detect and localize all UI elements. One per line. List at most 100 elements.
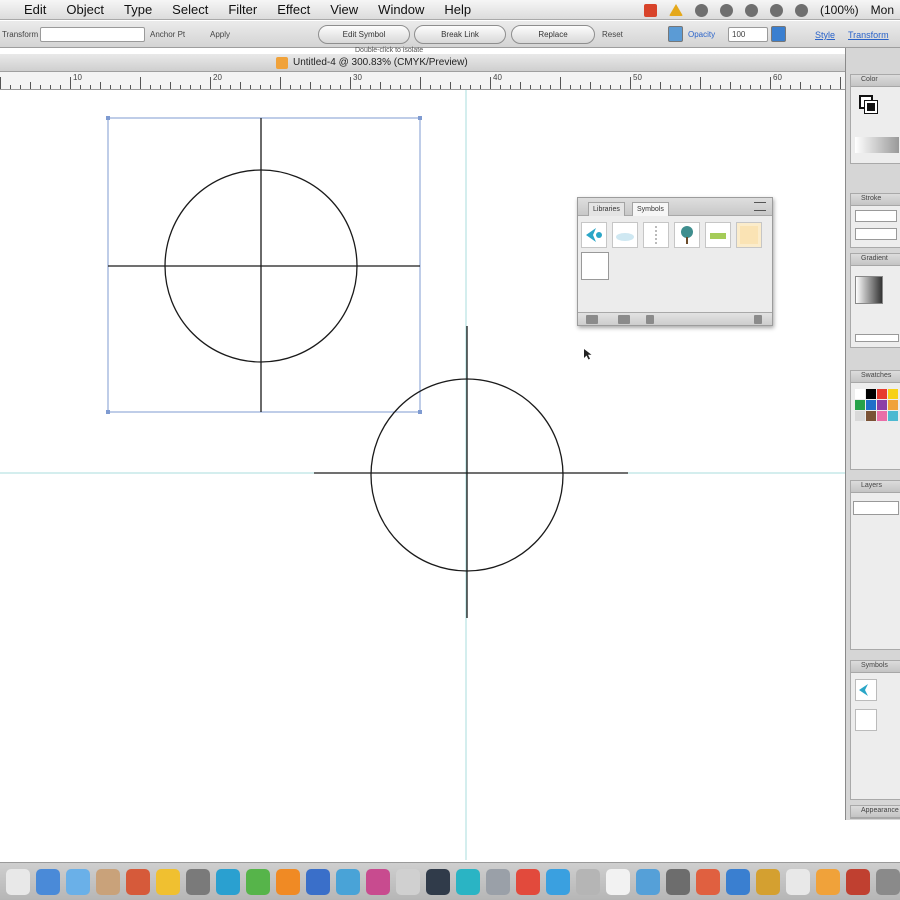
color-swatch[interactable] <box>855 400 865 410</box>
symbol-grass[interactable] <box>705 222 731 248</box>
bbox-handle-bl[interactable] <box>106 410 110 414</box>
dock-app-icon[interactable] <box>636 869 660 895</box>
symbol-tree[interactable] <box>674 222 700 248</box>
gradient-panel-header[interactable]: Gradient <box>851 254 900 266</box>
edit-symbol-button[interactable]: Edit Symbol <box>318 25 410 44</box>
transform-link[interactable]: Transform <box>848 30 889 40</box>
gradient-slider[interactable] <box>855 334 899 342</box>
symbol-sand[interactable] <box>736 222 762 248</box>
color-swatch[interactable] <box>855 389 865 399</box>
bbox-handle-tl[interactable] <box>106 116 110 120</box>
bbox-handle-br[interactable] <box>418 410 422 414</box>
dock-app-icon[interactable] <box>546 869 570 895</box>
symbol-new-slot[interactable] <box>581 252 609 280</box>
dock-app-icon[interactable] <box>96 869 120 895</box>
color-ramp[interactable] <box>855 137 899 153</box>
color-swatch[interactable] <box>877 389 887 399</box>
dock-app-icon[interactable] <box>666 869 690 895</box>
dock-app-icon[interactable] <box>156 869 180 895</box>
color-swatch[interactable] <box>877 400 887 410</box>
bluetooth-icon[interactable] <box>744 3 758 17</box>
color-swatch[interactable] <box>866 411 876 421</box>
menu-help[interactable]: Help <box>444 2 471 17</box>
menu-type[interactable]: Type <box>124 2 152 17</box>
dock-app-icon[interactable] <box>306 869 330 895</box>
dock-app-icon[interactable] <box>606 869 630 895</box>
dock-app-icon[interactable] <box>876 869 900 895</box>
dock-app-icon[interactable] <box>726 869 750 895</box>
menu-window[interactable]: Window <box>378 2 424 17</box>
delete-symbol-icon[interactable] <box>754 315 762 324</box>
warning-icon[interactable] <box>668 4 683 16</box>
volume-icon[interactable] <box>769 3 783 17</box>
dock-app-icon[interactable] <box>486 869 510 895</box>
menu-filter[interactable]: Filter <box>228 2 257 17</box>
menu-effect[interactable]: Effect <box>277 2 310 17</box>
dock-app-icon[interactable] <box>696 869 720 895</box>
battery-icon[interactable] <box>794 3 808 17</box>
bbox-handle-tr[interactable] <box>418 116 422 120</box>
document-title-bar[interactable]: Double-click to isolate Untitled-4 @ 300… <box>0 47 845 72</box>
color-swatch[interactable] <box>888 400 898 410</box>
appearance-panel-header[interactable]: Appearance <box>851 806 900 818</box>
dock-app-icon[interactable] <box>36 869 60 895</box>
opacity-stepper[interactable] <box>771 26 786 42</box>
style-link[interactable]: Style <box>815 30 835 40</box>
color-swatch[interactable] <box>888 389 898 399</box>
color-swatch[interactable] <box>866 400 876 410</box>
menu-view[interactable]: View <box>330 2 358 17</box>
symbol-cloud[interactable] <box>612 222 638 248</box>
dock-app-icon[interactable] <box>786 869 810 895</box>
stroke-swatch-icon[interactable] <box>864 100 878 114</box>
layers-panel-header[interactable]: Layers <box>851 481 900 493</box>
dock-app-icon[interactable] <box>336 869 360 895</box>
opacity-label[interactable]: Opacity <box>688 30 715 39</box>
dock-app-icon[interactable] <box>366 869 390 895</box>
dock-app-icon[interactable] <box>246 869 270 895</box>
panel-menu-icon[interactable] <box>754 202 766 211</box>
dock-symbol-bird[interactable] <box>855 679 877 701</box>
instance-name-field[interactable] <box>40 27 145 42</box>
symbol-bounding-box[interactable] <box>107 117 421 413</box>
library-menu-icon[interactable] <box>586 315 598 324</box>
symbol-ribbon[interactable] <box>643 222 669 248</box>
symbols-dock-header[interactable]: Symbols <box>851 661 900 673</box>
menu-clock[interactable]: Mon <box>871 3 894 17</box>
dock-app-icon[interactable] <box>576 869 600 895</box>
dock-app-icon[interactable] <box>396 869 420 895</box>
tab-libraries[interactable]: Libraries <box>588 202 625 216</box>
dock-app-icon[interactable] <box>456 869 480 895</box>
break-link-button[interactable]: Break Link <box>414 25 506 44</box>
stroke-type-field[interactable] <box>855 228 897 240</box>
app-tray-icon[interactable] <box>643 3 657 17</box>
gradient-preview[interactable] <box>855 276 883 304</box>
dock-app-icon[interactable] <box>186 869 210 895</box>
color-swatch[interactable] <box>877 411 887 421</box>
wifi-icon[interactable] <box>719 3 733 17</box>
color-swatch[interactable] <box>888 411 898 421</box>
layer-row[interactable] <box>853 501 899 515</box>
symbol-bird[interactable] <box>581 222 607 248</box>
color-swatch[interactable] <box>855 411 865 421</box>
menu-edit[interactable]: Edit <box>24 2 46 17</box>
tab-symbols[interactable]: Symbols <box>632 202 669 216</box>
sync-icon[interactable] <box>694 3 708 17</box>
dock-app-icon[interactable] <box>66 869 90 895</box>
dock-app-icon[interactable] <box>756 869 780 895</box>
dock-app-icon[interactable] <box>216 869 240 895</box>
dock-symbol-empty[interactable] <box>855 709 877 731</box>
menu-select[interactable]: Select <box>172 2 208 17</box>
menu-object[interactable]: Object <box>66 2 104 17</box>
dock-app-icon[interactable] <box>6 869 30 895</box>
stroke-panel-header[interactable]: Stroke <box>851 194 900 206</box>
dock-app-icon[interactable] <box>816 869 840 895</box>
swatches-panel-header[interactable]: Swatches <box>851 371 900 383</box>
replace-button[interactable]: Replace <box>511 25 595 44</box>
dock-app-icon[interactable] <box>126 869 150 895</box>
break-link-icon[interactable] <box>646 315 654 324</box>
dock-app-icon[interactable] <box>276 869 300 895</box>
symbol-swatch[interactable] <box>668 26 683 42</box>
color-panel-header[interactable]: Color <box>851 75 900 87</box>
stroke-weight-field[interactable] <box>855 210 897 222</box>
dock-app-icon[interactable] <box>516 869 540 895</box>
